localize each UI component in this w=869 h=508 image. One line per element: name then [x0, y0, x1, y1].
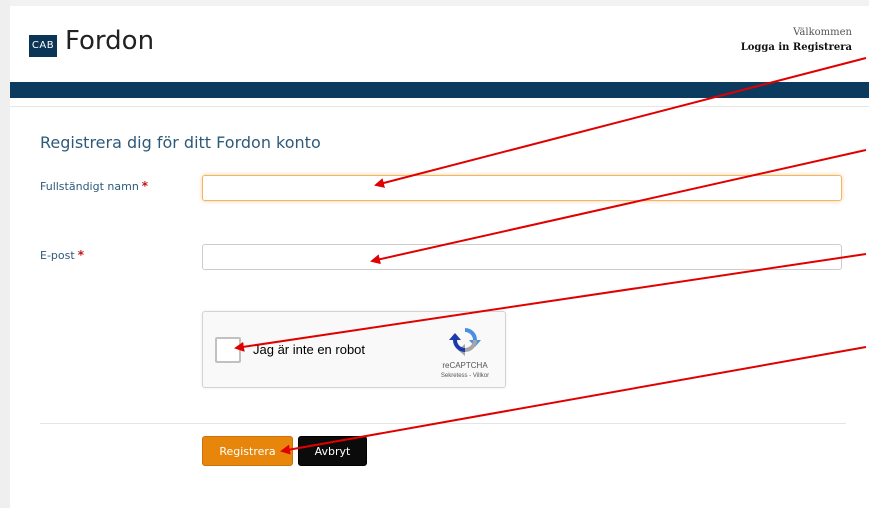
welcome-text: Välkommen [793, 27, 852, 38]
email-input[interactable] [202, 244, 842, 270]
required-marker: * [77, 248, 84, 262]
cab-logo[interactable]: CAB [29, 35, 57, 57]
auth-links: Logga in Registrera [741, 42, 852, 53]
login-link[interactable]: Logga in [741, 42, 790, 53]
cancel-button[interactable]: Avbryt [298, 436, 367, 466]
recaptcha-logo-icon [449, 328, 481, 356]
app-title[interactable]: Fordon [65, 26, 154, 56]
recaptcha-checkbox[interactable] [215, 337, 241, 363]
register-button[interactable]: Registrera [202, 436, 293, 466]
email-label: E-post * [40, 248, 84, 262]
register-link[interactable]: Registrera [793, 42, 852, 53]
full-name-label-text: Fullständigt namn [40, 180, 139, 193]
registration-form: Registrera dig för ditt Fordon konto Ful… [10, 107, 869, 508]
navigation-bar [10, 82, 869, 98]
recaptcha-label: Jag är inte en robot [253, 342, 366, 357]
form-heading: Registrera dig för ditt Fordon konto [40, 133, 321, 152]
site-header: CAB Fordon Välkommen Logga in Registrera [10, 6, 869, 82]
recaptcha-widget: Jag är inte en robot reCAPTCHA Sekretess… [202, 311, 506, 388]
recaptcha-brand: reCAPTCHA [442, 361, 488, 370]
nav-spacer [10, 98, 869, 107]
full-name-input[interactable] [202, 175, 842, 201]
form-divider [40, 423, 846, 424]
full-name-label: Fullständigt namn * [40, 179, 148, 193]
email-label-text: E-post [40, 249, 75, 262]
required-marker: * [141, 179, 149, 193]
recaptcha-terms-links[interactable]: Sekretess - Villkor [425, 373, 505, 379]
window-left-edge [0, 0, 10, 508]
